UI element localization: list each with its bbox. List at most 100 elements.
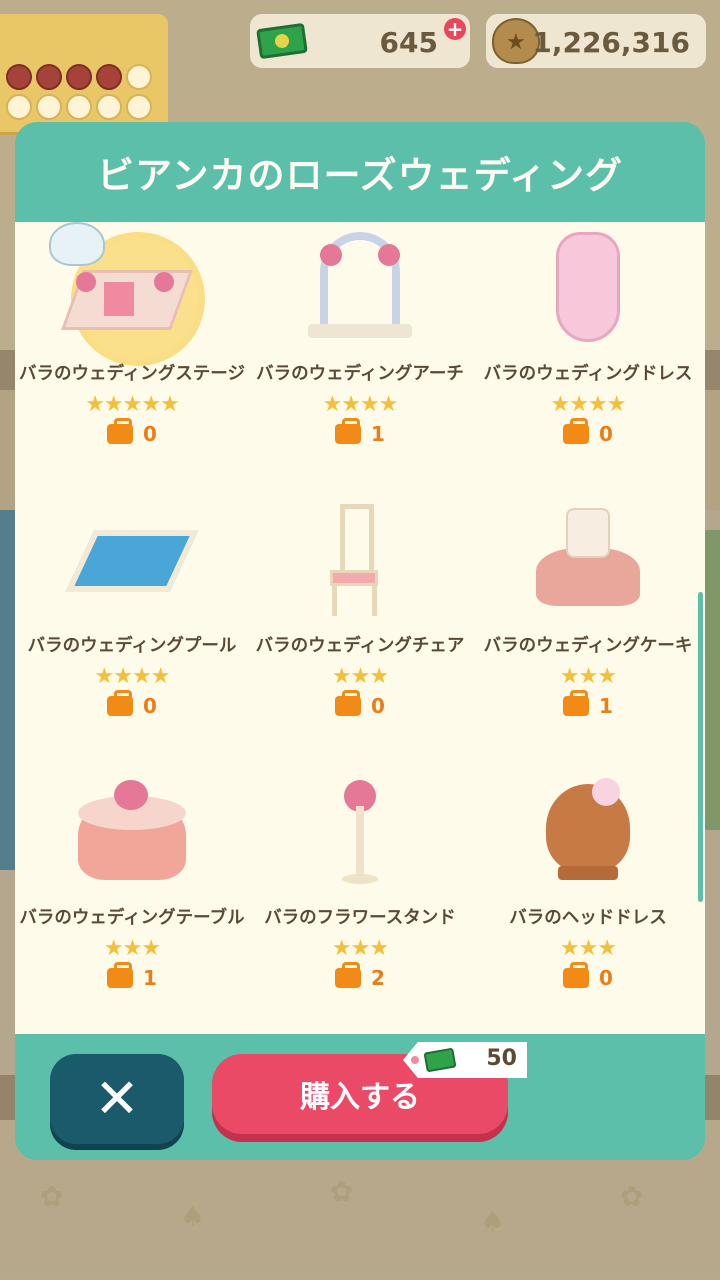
item-image: [300, 232, 420, 342]
scrollbar[interactable]: [698, 592, 703, 902]
stand-base: [342, 874, 378, 884]
item-rarity: ★★★: [559, 664, 617, 689]
item-list[interactable]: バラのウェディングステージ ★★★★★ 0 バラのウェディングアーチ ★★★★ …: [15, 222, 705, 1034]
item-name: バラのヘッドドレス: [509, 908, 667, 928]
item-rarity: ★★★★: [550, 392, 627, 417]
ticket-counter[interactable]: 645 +: [250, 14, 470, 68]
owned-count: 1: [371, 422, 385, 446]
chair-leg: [332, 586, 337, 616]
owned-count: 0: [599, 966, 613, 990]
owned-count: 0: [599, 422, 613, 446]
flower-shape: [114, 780, 148, 810]
item-image: [61, 232, 193, 342]
ticket-amount: 645: [379, 26, 438, 59]
item-owned: 0: [475, 962, 701, 990]
close-button[interactable]: ✕: [50, 1054, 184, 1144]
arch-base: [308, 324, 412, 338]
item-card[interactable]: バラのウェディングケーキ ★★★ 1: [475, 494, 701, 766]
pool-shape: [65, 530, 199, 592]
owned-count: 1: [143, 966, 157, 990]
item-image: [528, 232, 648, 342]
item-card[interactable]: バラのウェディングチェア ★★★ 0: [247, 494, 473, 766]
bag-icon: [563, 690, 590, 716]
flower-shape: [320, 244, 342, 266]
stamp-icon: [126, 64, 152, 90]
ticket-icon: [256, 22, 308, 60]
owned-count: 2: [371, 966, 385, 990]
stamp-icon: [66, 94, 92, 120]
chair-back: [340, 504, 374, 574]
bells-amount: 1,226,316: [532, 26, 690, 59]
purchase-dialog: ビアンカのローズウェディング バラのウェディングステージ ★★★★★ 0 バラの…: [15, 122, 705, 1160]
cake-shape: [566, 508, 610, 558]
price-amount: 50: [486, 1046, 517, 1071]
item-name: バラのウェディングプール: [27, 636, 237, 656]
item-card[interactable]: バラのウェディングステージ ★★★★★ 0: [19, 222, 245, 494]
item-card[interactable]: バラのウェディングドレス ★★★★ 0: [475, 222, 701, 494]
bag-icon: [563, 418, 590, 444]
head-base: [558, 866, 618, 880]
owned-count: 0: [143, 422, 157, 446]
stamp-icon: [6, 94, 32, 120]
item-rarity: ★★★: [103, 936, 161, 961]
stamp-card[interactable]: [0, 14, 168, 132]
stamp-icon: [36, 94, 62, 120]
item-name: バラのウェディングドレス: [483, 364, 693, 384]
stage-carpet: [104, 282, 134, 316]
item-name: バラのウェディングチェア: [255, 636, 465, 656]
ticket-icon: [423, 1047, 457, 1073]
item-owned: 1: [19, 962, 245, 990]
item-card[interactable]: バラのウェディングテーブル ★★★ 1: [19, 766, 245, 1034]
item-image: [65, 504, 199, 614]
item-owned: 2: [247, 962, 473, 990]
item-image: [528, 776, 648, 886]
stamp-icon: [126, 94, 152, 120]
stamp-icon: [36, 64, 62, 90]
item-owned: 0: [247, 690, 473, 718]
item-owned: 1: [475, 690, 701, 718]
owned-count: 1: [599, 694, 613, 718]
bag-icon: [335, 418, 362, 444]
item-card[interactable]: バラのウェディングプール ★★★★ 0: [19, 494, 245, 766]
bag-icon: [107, 690, 134, 716]
dress-shape: [556, 232, 620, 342]
owned-count: 0: [371, 694, 385, 718]
item-rarity: ★★★★: [94, 664, 171, 689]
flower-shape: [378, 244, 400, 266]
item-name: バラのウェディングステージ: [19, 364, 245, 384]
stamp-icon: [6, 64, 32, 90]
chair-seat: [330, 570, 378, 586]
bag-icon: [563, 962, 590, 988]
item-rarity: ★★★★: [322, 392, 399, 417]
stamp-icon: [66, 64, 92, 90]
chair-leg: [372, 586, 377, 616]
item-owned: 0: [19, 418, 245, 446]
stamp-icon: [96, 94, 122, 120]
dialog-title: ビアンカのローズウェディング: [96, 154, 624, 197]
item-image: [528, 504, 648, 614]
item-name: バラのウェディングアーチ: [256, 364, 464, 384]
item-card[interactable]: バラのヘッドドレス ★★★ 0: [475, 766, 701, 1034]
tag-hole: [411, 1056, 419, 1064]
plus-icon[interactable]: +: [444, 18, 466, 40]
item-name: バラのウェディングケーキ: [483, 636, 693, 656]
stamp-icon: [96, 64, 122, 90]
item-image: [300, 504, 420, 616]
bag-icon: [107, 962, 134, 988]
flower-shape: [154, 272, 174, 292]
flower-shape: [76, 272, 96, 292]
flower-shape: [592, 778, 620, 806]
item-card[interactable]: バラのフラワースタンド ★★★ 2: [247, 766, 473, 1034]
item-name: バラのウェディングテーブル: [19, 908, 245, 928]
price-tag: 50: [403, 1042, 527, 1078]
item-rarity: ★★★★★: [85, 392, 180, 417]
bag-icon: [335, 962, 362, 988]
close-icon: ✕: [94, 1067, 140, 1130]
stand-pole: [356, 806, 364, 876]
item-rarity: ★★★: [331, 936, 389, 961]
item-image: [72, 776, 192, 886]
item-rarity: ★★★: [331, 664, 389, 689]
item-owned: 0: [19, 690, 245, 718]
item-card[interactable]: バラのウェディングアーチ ★★★★ 1: [247, 222, 473, 494]
item-owned: 1: [247, 418, 473, 446]
